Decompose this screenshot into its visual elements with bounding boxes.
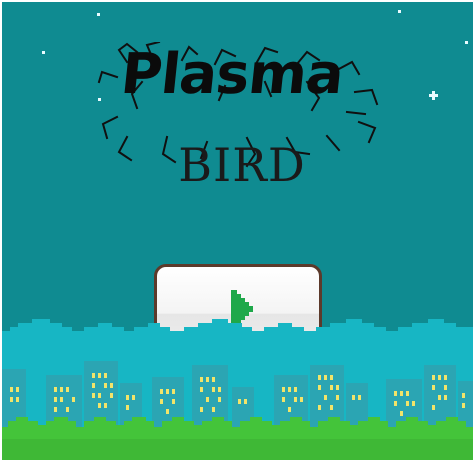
game-logo: Plasma BIRD — [97, 42, 387, 222]
star — [42, 51, 45, 54]
game-canvas[interactable]: Plasma BIRD — [2, 2, 473, 460]
city-scenery — [2, 319, 473, 460]
game-title: Plasma — [117, 42, 347, 107]
star — [97, 13, 100, 16]
star — [398, 10, 401, 13]
game-subtitle: BIRD — [178, 138, 306, 192]
star — [465, 41, 468, 44]
sparkle-star — [429, 91, 438, 100]
